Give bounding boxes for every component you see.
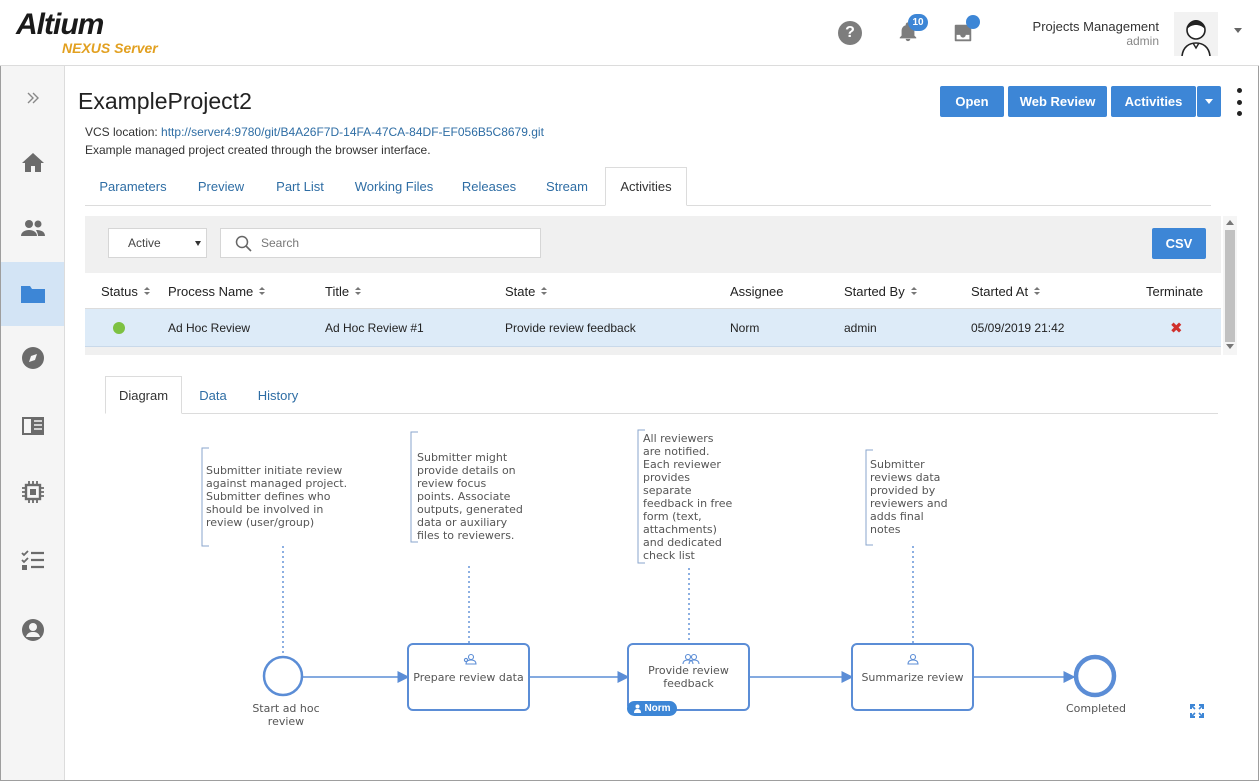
assignee-badge-label: Norm: [644, 703, 671, 714]
fullscreen-icon[interactable]: [1190, 704, 1204, 718]
start-event[interactable]: [262, 655, 304, 697]
annotation-start: Submitter initiate review against manage…: [206, 464, 348, 529]
user-icon: [634, 704, 642, 713]
task-feedback-label: Provide review feedback: [648, 664, 729, 690]
end-event[interactable]: [1073, 654, 1117, 698]
assignee-badge: Norm: [627, 701, 677, 716]
annotation-summarize: Submitter reviews data provided by revie…: [870, 458, 948, 536]
start-event-label: Start ad hoc review: [252, 702, 320, 728]
task-summarize-label: Summarize review: [861, 671, 964, 684]
annotation-feedback: All reviewers are notified. Each reviewe…: [643, 432, 733, 562]
end-event-label: Completed: [1066, 702, 1126, 715]
task-prepare-label: Prepare review data: [413, 671, 524, 684]
annotation-prepare: Submitter might provide details on revie…: [417, 451, 523, 542]
